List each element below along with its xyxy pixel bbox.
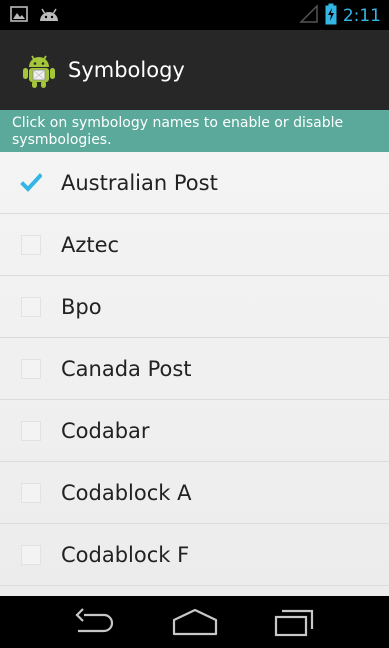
image-icon <box>10 6 28 26</box>
checkbox-icon[interactable] <box>21 482 41 503</box>
battery-icon <box>325 3 337 29</box>
checkbox-icon[interactable] <box>21 544 41 565</box>
status-right: 2:11 <box>299 3 381 29</box>
status-bar: 2:11 <box>0 0 389 30</box>
list-item-codablock-f[interactable]: Codablock F <box>0 524 389 586</box>
status-left-icons <box>10 6 60 26</box>
checkbox-icon[interactable] <box>21 296 41 317</box>
back-icon[interactable] <box>66 602 126 642</box>
screen: 2:11 Symbology Click on symbology names … <box>0 0 389 648</box>
navigation-bar <box>0 596 389 648</box>
list-item-codabar[interactable]: Codabar <box>0 400 389 462</box>
page-title: Symbology <box>68 58 185 82</box>
list-item-label: Codablock A <box>61 480 192 505</box>
list-item-codablock-a[interactable]: Codablock A <box>0 462 389 524</box>
checkbox-icon[interactable] <box>21 420 41 441</box>
checkbox-icon[interactable] <box>21 358 41 379</box>
symbology-list[interactable]: Australian Post Aztec Bpo Canada Post Co… <box>0 152 389 596</box>
android-icon <box>38 6 60 26</box>
instruction-banner: Click on symbology names to enable or di… <box>0 110 389 152</box>
list-item-bpo[interactable]: Bpo <box>0 276 389 338</box>
list-item-label: Aztec <box>61 232 120 257</box>
signal-icon <box>299 4 319 28</box>
list-item-canada-post[interactable]: Canada Post <box>0 338 389 400</box>
list-item-label: Australian Post <box>61 170 218 195</box>
list-item-label: Codablock F <box>61 542 190 567</box>
home-icon[interactable] <box>165 602 225 642</box>
action-bar: Symbology <box>0 30 389 110</box>
list-item-aztec[interactable]: Aztec <box>0 214 389 276</box>
list-item-label: Bpo <box>61 294 102 319</box>
checkbox-checked-icon[interactable] <box>20 172 42 193</box>
list-item-australian-post[interactable]: Australian Post <box>0 152 389 214</box>
instruction-text: Click on symbology names to enable or di… <box>12 115 344 148</box>
app-android-icon[interactable] <box>20 51 58 89</box>
checkbox-icon[interactable] <box>21 234 41 255</box>
recents-icon[interactable] <box>264 602 324 642</box>
status-time: 2:11 <box>342 6 381 26</box>
list-item-label: Canada Post <box>61 356 192 381</box>
list-item-label: Codabar <box>61 418 150 443</box>
